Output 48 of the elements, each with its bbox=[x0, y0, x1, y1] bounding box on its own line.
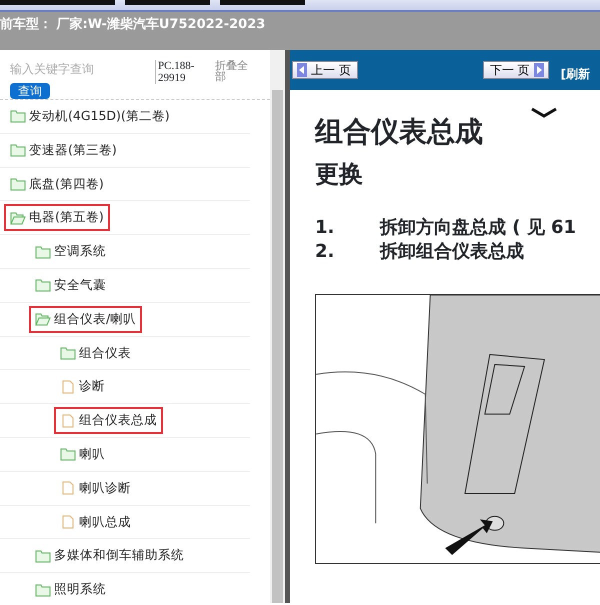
tree-item[interactable]: 发动机(4G15D)(第二卷) bbox=[4, 103, 176, 130]
open-folder-icon bbox=[10, 210, 26, 225]
tree-item[interactable]: 安全气囊 bbox=[29, 272, 112, 299]
folder-icon bbox=[35, 244, 51, 259]
folder-icon bbox=[35, 278, 51, 292]
chevron-down-icon bbox=[530, 106, 558, 119]
document-code: PC.188-29919 bbox=[155, 60, 205, 84]
folder-icon bbox=[35, 548, 51, 563]
open-folder-icon bbox=[35, 312, 51, 326]
document-title: 组合仪表总成 bbox=[315, 114, 484, 150]
folder-icon bbox=[60, 346, 76, 360]
tree-item[interactable]: 电器(第五卷) bbox=[4, 204, 110, 232]
folder-icon bbox=[10, 176, 26, 191]
tree-item[interactable]: 喇叭 bbox=[54, 440, 111, 468]
document-icon bbox=[60, 414, 76, 428]
folder-icon bbox=[10, 109, 26, 124]
next-page-button[interactable]: 下一 页 bbox=[482, 61, 549, 79]
tree-item[interactable]: 变速器(第三卷) bbox=[4, 136, 123, 164]
tree-item[interactable]: 诊断 bbox=[54, 373, 111, 400]
document-icon bbox=[60, 380, 76, 394]
step-text: 拆卸方向盘总成 ( 见 61 bbox=[380, 216, 576, 240]
refresh-link[interactable]: [刷新 bbox=[560, 65, 590, 83]
folder-icon bbox=[10, 143, 26, 158]
left-arrow-icon bbox=[297, 63, 307, 77]
search-button[interactable]: 查询 bbox=[10, 83, 50, 99]
step-number: 2. bbox=[315, 240, 336, 264]
tree-item[interactable]: 照明系统 bbox=[29, 576, 112, 603]
car-model-title: 前车型： 厂家:W-潍柴汽车U752022-2023 bbox=[0, 12, 600, 50]
tree-item[interactable]: 空调系统 bbox=[29, 238, 112, 265]
tree-item[interactable]: 组合仪表/喇叭 bbox=[29, 306, 142, 333]
tree-item[interactable]: 多媒体和倒车辅助系统 bbox=[29, 542, 190, 570]
tree-item[interactable]: 喇叭诊断 bbox=[54, 474, 137, 502]
document-subtitle: 更换 bbox=[315, 159, 364, 190]
document-icon bbox=[60, 481, 76, 496]
folder-icon bbox=[35, 582, 51, 597]
tree-item[interactable]: 底盘(第四卷) bbox=[4, 170, 110, 198]
document-icon bbox=[60, 514, 76, 529]
right-arrow-icon bbox=[534, 63, 544, 77]
step-number: 1. bbox=[315, 216, 336, 240]
collapse-all-link[interactable]: 折叠全部 bbox=[215, 60, 249, 82]
previous-page-button[interactable]: 上一 页 bbox=[292, 61, 358, 79]
tree-item[interactable]: 喇叭总成 bbox=[54, 508, 137, 536]
scrollbar-thumb[interactable] bbox=[272, 90, 283, 603]
tree-item[interactable]: 组合仪表 bbox=[54, 340, 137, 366]
scrollbar[interactable] bbox=[270, 50, 285, 603]
step-text: 拆卸组合仪表总成 bbox=[380, 240, 524, 264]
folder-icon bbox=[60, 447, 76, 462]
tree-item[interactable]: 组合仪表总成 bbox=[54, 407, 163, 434]
